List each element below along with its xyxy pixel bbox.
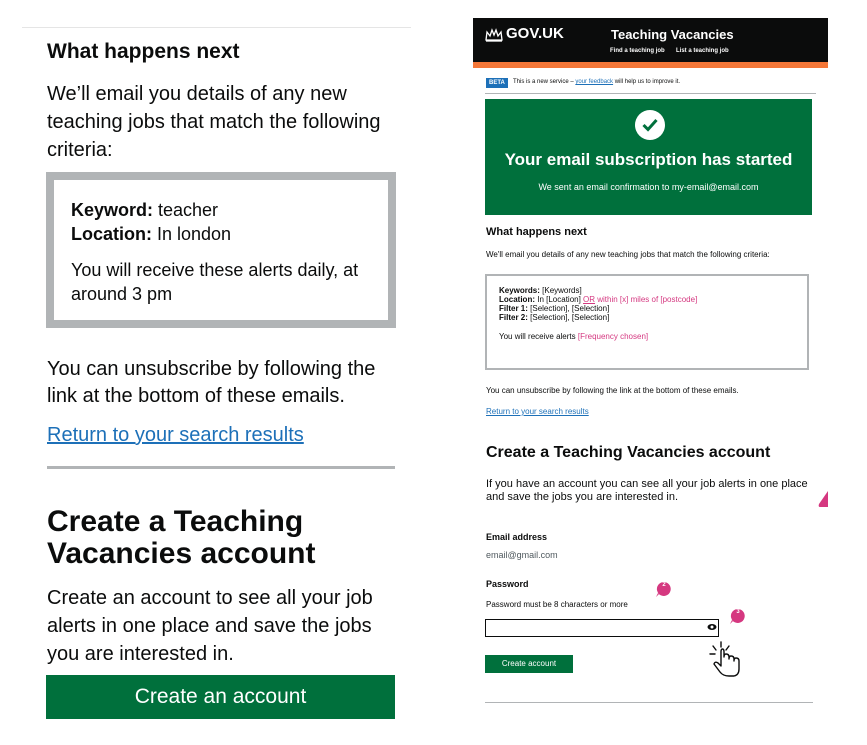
service-name[interactable]: Teaching Vacancies bbox=[611, 27, 734, 42]
keyword-label: Keyword: bbox=[71, 200, 154, 220]
filter2-value: [Selection], [Selection] bbox=[527, 313, 610, 322]
criteria-inset-box: Keyword: teacher Location: In london You… bbox=[46, 172, 396, 328]
eye-icon[interactable] bbox=[707, 623, 717, 631]
create-account-button[interactable]: Create account bbox=[485, 655, 573, 673]
desktop-confirmation-page: GOV.UK Teaching Vacancies Find a teachin… bbox=[473, 18, 828, 710]
location-row: Location: In [Location] OR within [x] mi… bbox=[499, 295, 697, 304]
check-icon bbox=[635, 110, 665, 140]
filter1-label: Filter 1: bbox=[499, 304, 528, 313]
what-happens-next-heading: What happens next bbox=[486, 226, 587, 238]
location-label: Location: bbox=[71, 224, 152, 244]
annotation-marker-icon bbox=[818, 491, 828, 507]
location-or: OR bbox=[583, 295, 596, 304]
beta-banner-text: This is a new service – your feedback wi… bbox=[513, 78, 680, 86]
beta-text-before: This is a new service – bbox=[513, 79, 576, 85]
password-label: Password bbox=[486, 579, 529, 589]
beta-tag: BETA bbox=[486, 78, 508, 88]
unsubscribe-text: You can unsubscribe by following the lin… bbox=[486, 386, 739, 395]
create-account-heading: Create a Teaching Vacancies account bbox=[47, 505, 316, 570]
top-divider bbox=[22, 27, 411, 28]
location-value: In london bbox=[152, 224, 232, 244]
return-to-search-link[interactable]: Return to your search results bbox=[47, 424, 304, 447]
create-account-description: Create an account to see all your job al… bbox=[47, 587, 373, 665]
criteria-inset-box: Keywords: [Keywords] Location: In [Locat… bbox=[485, 274, 809, 370]
annotation-marker-3: 3 bbox=[730, 608, 746, 624]
return-to-search-link[interactable]: Return to your search results bbox=[486, 407, 589, 416]
header-accent-bar bbox=[473, 62, 828, 68]
govuk-logo[interactable]: GOV.UK bbox=[506, 25, 564, 42]
create-account-description: If you have an account you can see all y… bbox=[486, 478, 808, 503]
password-input[interactable] bbox=[485, 619, 719, 637]
keyword-row: Keyword: teacher bbox=[71, 198, 218, 222]
keywords-value: [Keywords] bbox=[539, 286, 582, 295]
feedback-link[interactable]: your feedback bbox=[575, 79, 613, 85]
nav-list-job[interactable]: List a teaching job bbox=[676, 48, 729, 54]
confirmation-panel: Your email subscription has started We s… bbox=[485, 99, 812, 215]
alerts-row: You will receive alerts [Frequency chose… bbox=[499, 332, 648, 341]
govuk-header: GOV.UK Teaching Vacancies Find a teachin… bbox=[473, 18, 828, 62]
location-within: within [x] miles of [postcode] bbox=[595, 295, 698, 304]
frequency-text: You will receive these alerts daily, at … bbox=[71, 260, 359, 304]
location-value: In [Location] bbox=[535, 295, 584, 304]
filter1-row: Filter 1: [Selection], [Selection] bbox=[499, 304, 609, 313]
filter2-label: Filter 2: bbox=[499, 313, 528, 322]
crown-icon bbox=[485, 28, 503, 42]
annotation-marker-label: 2 bbox=[662, 582, 666, 588]
create-an-account-button[interactable]: Create an account bbox=[46, 675, 395, 719]
hand-cursor-icon bbox=[709, 641, 740, 677]
email-label: Email address bbox=[486, 532, 548, 542]
keywords-label: Keywords: bbox=[499, 286, 540, 295]
what-happens-next-heading: What happens next bbox=[47, 40, 240, 63]
beta-text-after: will help us to improve it. bbox=[613, 79, 681, 85]
annotation-marker-2: 2 bbox=[656, 581, 672, 597]
location-row: Location: In london bbox=[71, 222, 231, 246]
annotation-marker-label: 3 bbox=[736, 609, 740, 615]
panel-body: We sent an email confirmation to my-emai… bbox=[538, 182, 759, 192]
panel-title: Your email subscription has started bbox=[504, 150, 793, 169]
email-value: email@gmail.com bbox=[486, 550, 558, 560]
keyword-value: teacher bbox=[153, 200, 219, 220]
section-divider bbox=[47, 466, 395, 469]
unsubscribe-text: You can unsubscribe by following the lin… bbox=[47, 358, 376, 407]
bottom-divider bbox=[485, 702, 813, 703]
alert-intro-text: We'll email you details of any new teach… bbox=[486, 250, 770, 259]
filter2-row: Filter 2: [Selection], [Selection] bbox=[499, 313, 609, 322]
filter1-value: [Selection], [Selection] bbox=[527, 304, 610, 313]
alerts-text: You will receive alerts bbox=[499, 332, 578, 341]
password-hint: Password must be 8 characters or more bbox=[486, 600, 628, 609]
mobile-confirmation-page: What happens next We’ll email you detail… bbox=[0, 0, 420, 745]
location-label: Location: bbox=[499, 295, 535, 304]
keywords-row: Keywords: [Keywords] bbox=[499, 286, 582, 295]
alert-intro-text: We’ll email you details of any new teach… bbox=[47, 83, 381, 161]
nav-find-job[interactable]: Find a teaching job bbox=[610, 48, 665, 54]
beta-divider bbox=[485, 93, 816, 94]
create-account-heading: Create a Teaching Vacancies account bbox=[486, 444, 771, 461]
alerts-frequency: [Frequency chosen] bbox=[577, 332, 649, 341]
